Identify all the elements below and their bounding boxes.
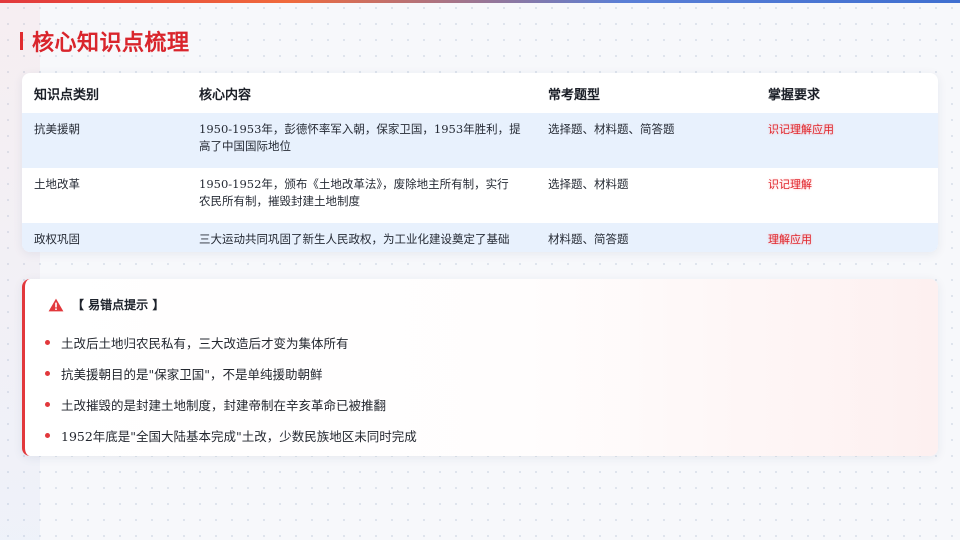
- cell-content-line: 1950-1952年，颁布《土地改革法》，废除地主所有制，实行: [199, 177, 509, 191]
- header-requirement: 掌握要求: [768, 87, 821, 103]
- tip-item: 1952年底是"全国大陆基本完成"土改，少数民族地区未同时完成: [45, 420, 417, 451]
- page-header: 核心知识点梳理: [20, 26, 190, 56]
- bullet-dot-icon: [45, 402, 50, 407]
- bullet-dot-icon: [45, 340, 50, 345]
- table-row: 政权巩固 三大运动共同巩固了新生人民政权，为工业化建设奠定了基础 材料题、简答题…: [22, 223, 938, 252]
- error-tips-card: 【 易错点提示 】 土改后土地归农民私有，三大改造后才变为集体所有 抗美援朝目的…: [22, 279, 938, 456]
- header-question-types: 常考题型: [548, 87, 601, 103]
- cell-category: 抗美援朝: [34, 122, 80, 136]
- cell-requirement: 理解应用: [756, 223, 938, 252]
- warning-triangle-icon: [48, 298, 64, 311]
- page-title: 核心知识点梳理: [32, 31, 190, 56]
- cell-question-types: 材料题、简答题: [548, 232, 629, 246]
- tip-item: 抗美援朝目的是"保家卫国"，不是单纯援助朝鲜: [45, 358, 417, 389]
- cell-content: 三大运动共同巩固了新生人民政权，为工业化建设奠定了基础: [187, 223, 536, 252]
- table-header-row: 知识点类别 核心内容 常考题型 掌握要求: [22, 73, 938, 113]
- knowledge-table-card: 知识点类别 核心内容 常考题型 掌握要求 抗美援朝 1950-1953年，彭德怀…: [22, 73, 938, 252]
- tips-title: 【 易错点提示 】: [72, 298, 165, 312]
- bullet-dot-icon: [45, 371, 50, 376]
- title-accent-bar: [20, 32, 23, 50]
- cell-content-line: 三大运动共同巩固了新生人民政权，为工业化建设奠定了基础: [199, 232, 510, 246]
- requirement-tag: 理解应用: [768, 233, 812, 246]
- cell-question-types: 选择题、材料题、简答题: [548, 122, 675, 136]
- knowledge-table: 知识点类别 核心内容 常考题型 掌握要求 抗美援朝 1950-1953年，彭德怀…: [22, 73, 938, 252]
- requirement-tag: 识记理解应用: [768, 123, 834, 136]
- tips-header: 【 易错点提示 】: [48, 296, 164, 313]
- cell-content-line: 农民所有制，摧毁封建土地制度: [199, 194, 360, 208]
- cell-content-line: 1950-1953年，彭德怀率军入朝，保家卫国，1953年胜利，提: [199, 122, 521, 136]
- tip-text: 1952年底是"全国大陆基本完成"土改，少数民族地区未同时完成: [61, 429, 417, 444]
- cell-category: 土地改革: [34, 177, 80, 191]
- requirement-tag: 识记理解: [768, 178, 812, 191]
- cell-category: 政权巩固: [34, 232, 80, 246]
- tip-text: 抗美援朝目的是"保家卫国"，不是单纯援助朝鲜: [61, 367, 323, 382]
- header-category: 知识点类别: [34, 87, 100, 103]
- bullet-dot-icon: [45, 433, 50, 438]
- header-content: 核心内容: [199, 87, 252, 103]
- cell-content-line: 高了中国国际地位: [199, 139, 291, 153]
- cell-question-types: 选择题、材料题: [548, 177, 629, 191]
- cell-requirement: 识记理解: [756, 168, 938, 223]
- table-row: 抗美援朝 1950-1953年，彭德怀率军入朝，保家卫国，1953年胜利，提 高…: [22, 113, 938, 168]
- tip-text: 土改摧毁的是封建土地制度，封建帝制在辛亥革命已被推翻: [61, 398, 387, 413]
- tip-item: 土改摧毁的是封建土地制度，封建帝制在辛亥革命已被推翻: [45, 389, 417, 420]
- cell-requirement: 识记理解应用: [756, 113, 938, 168]
- table-row: 土地改革 1950-1952年，颁布《土地改革法》，废除地主所有制，实行 农民所…: [22, 168, 938, 223]
- tip-item: 土改后土地归农民私有，三大改造后才变为集体所有: [45, 327, 417, 358]
- cell-content: 1950-1952年，颁布《土地改革法》，废除地主所有制，实行 农民所有制，摧毁…: [187, 168, 536, 223]
- tip-text: 土改后土地归农民私有，三大改造后才变为集体所有: [61, 336, 349, 351]
- tips-list: 土改后土地归农民私有，三大改造后才变为集体所有 抗美援朝目的是"保家卫国"，不是…: [45, 327, 417, 451]
- cell-content: 1950-1953年，彭德怀率军入朝，保家卫国，1953年胜利，提 高了中国国际…: [187, 113, 536, 168]
- top-gradient-bar: [0, 0, 960, 3]
